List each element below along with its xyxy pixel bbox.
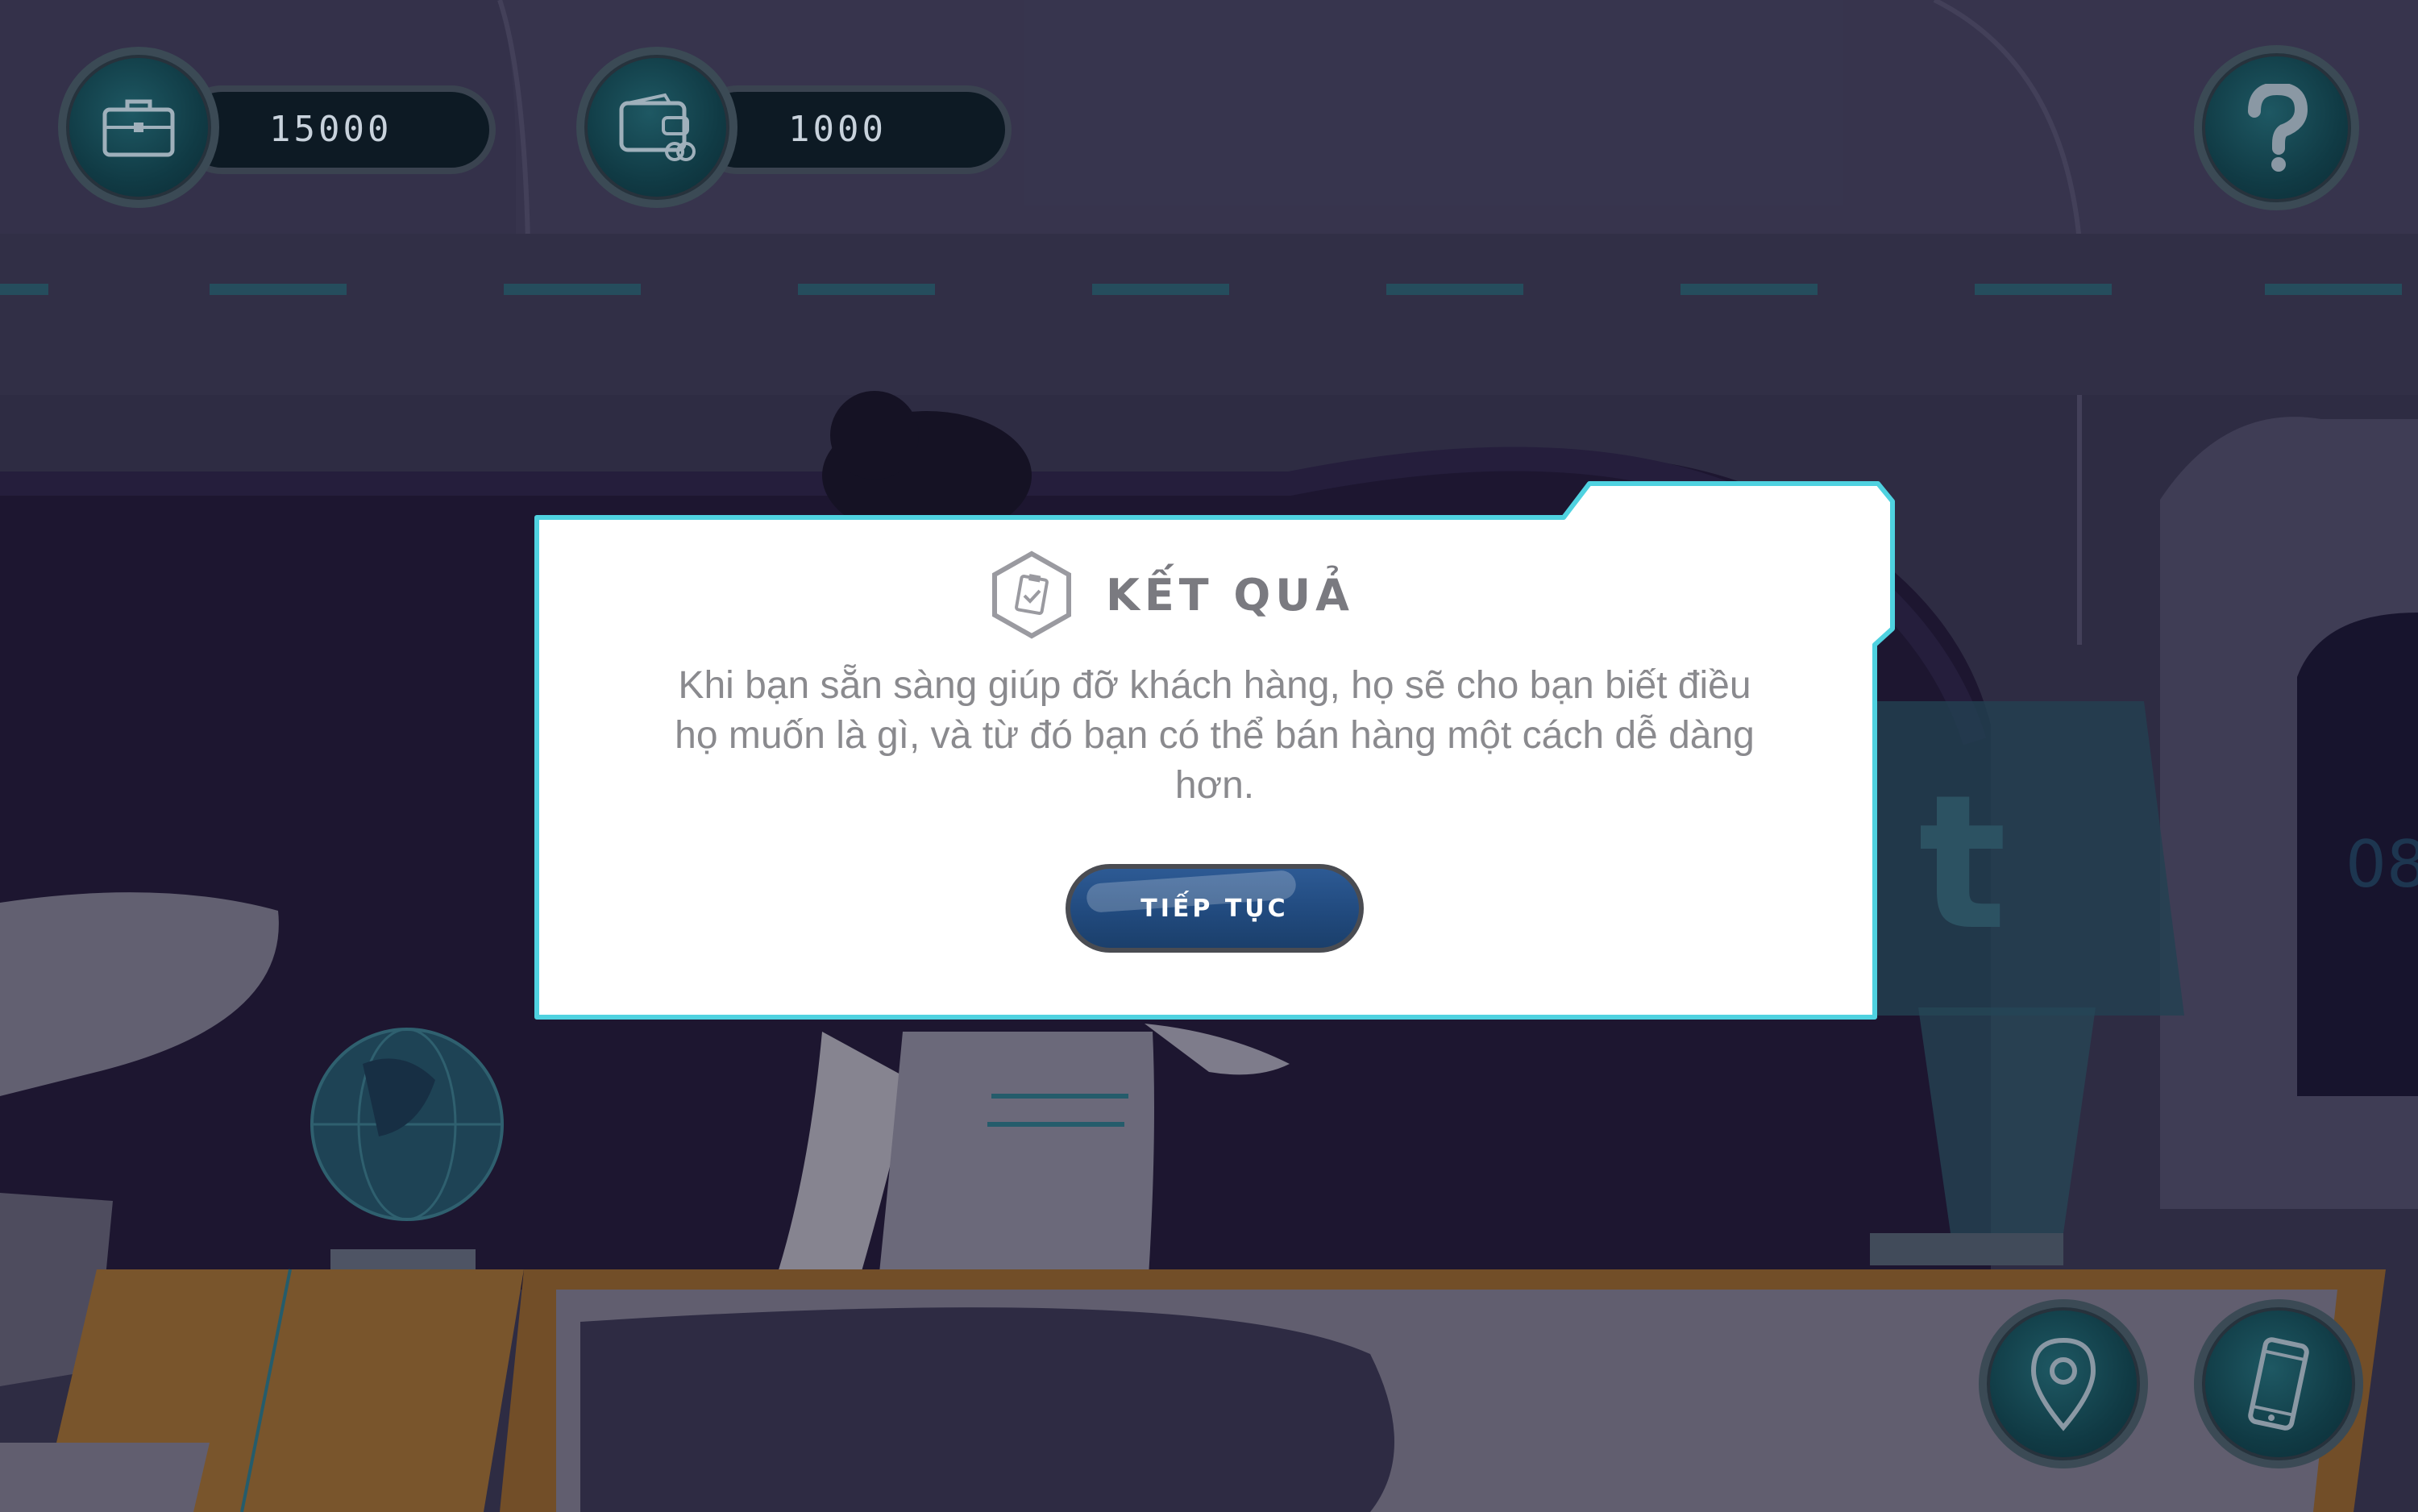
wallet-icon-badge (576, 47, 737, 208)
map-button[interactable] (1979, 1299, 2148, 1468)
money-value: 15000 (269, 109, 393, 150)
wallet-value: 1000 (788, 109, 887, 150)
question-icon (2247, 83, 2308, 172)
game-screen: 08 t 15000 1000 KẾT QUẢ Khi bạn sẵn sàng… (0, 0, 2418, 1512)
continue-button-label: TIẾP TỤC (1140, 894, 1289, 923)
dialog-title: KẾT QUẢ (1106, 569, 1354, 621)
continue-button-face[interactable]: TIẾP TỤC (1070, 869, 1359, 948)
dialog-message: Khi bạn sẵn sàng giúp đỡ khách hàng, họ … (675, 664, 1755, 807)
wallet-icon (619, 93, 696, 161)
result-dialog: KẾT QUẢ Khi bạn sẵn sàng giúp đỡ khách h… (534, 480, 1896, 1022)
phone-button[interactable] (2194, 1299, 2363, 1468)
smartphone-icon (2248, 1337, 2309, 1431)
dialog-header: KẾT QUẢ (990, 548, 1354, 642)
briefcase-icon (102, 99, 175, 157)
wallet-pill: 1000 (693, 85, 1012, 174)
map-pin-icon (2030, 1337, 2096, 1431)
help-button[interactable] (2194, 45, 2359, 210)
continue-button[interactable]: TIẾP TỤC (1066, 864, 1364, 953)
briefcase-icon-badge (58, 47, 219, 208)
money-pill: 15000 (177, 85, 496, 174)
clipboard-check-icon (992, 550, 1071, 639)
